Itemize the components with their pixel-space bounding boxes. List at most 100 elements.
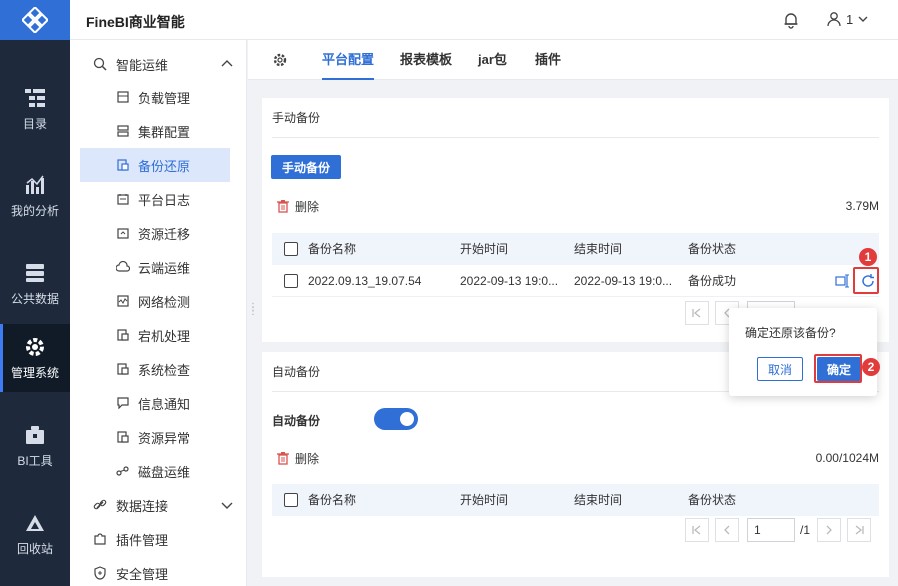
- pager-last-button[interactable]: [847, 518, 871, 542]
- col-start: 开始时间: [460, 242, 509, 256]
- col-status: 备份状态: [688, 242, 737, 256]
- sidebar-group-security[interactable]: 安全管理: [80, 558, 240, 586]
- sidebar-item-label: 宕机处理: [138, 328, 191, 344]
- sidebar-group-ops[interactable]: 智能运维: [80, 49, 240, 79]
- backup-status: 备份成功: [688, 274, 737, 288]
- select-all-checkbox[interactable]: [284, 493, 298, 507]
- last-page-icon: [855, 525, 864, 535]
- sidebar-group-plugin[interactable]: 插件管理: [80, 524, 240, 554]
- tab-report-template[interactable]: 报表模板: [400, 40, 452, 80]
- chevron-down-icon: [221, 502, 233, 509]
- nav-management-system[interactable]: 管理系统: [0, 324, 70, 392]
- sidebar-item-crash[interactable]: 宕机处理: [80, 319, 230, 351]
- divider: [272, 137, 879, 138]
- nav-recycle-bin[interactable]: 回收站: [0, 500, 70, 568]
- pager-input[interactable]: 1: [747, 518, 795, 542]
- trash-icon: [277, 452, 289, 465]
- bell-icon[interactable]: [782, 11, 800, 29]
- sidebar-resize-handle[interactable]: ⋮ ⋮: [248, 303, 258, 317]
- nav-label: 回收站: [16, 541, 53, 556]
- delete-label: 删除: [295, 452, 320, 466]
- disk-icon: [116, 464, 130, 478]
- chevron-right-icon: [826, 525, 832, 535]
- settings-gear-icon[interactable]: [272, 52, 288, 68]
- database-icon: [24, 262, 46, 284]
- sidebar-item-cluster[interactable]: 集群配置: [80, 115, 230, 147]
- sidebar-group-label: 安全管理: [116, 566, 169, 582]
- trash-icon: [277, 200, 289, 213]
- table-header: 备份名称 开始时间 结束时间 备份状态: [272, 233, 879, 265]
- col-name: 备份名称: [308, 242, 357, 256]
- pager-first-button[interactable]: [685, 518, 709, 542]
- user-name: 1: [846, 11, 854, 27]
- auto-backup-toggle-label: 自动备份: [272, 414, 321, 428]
- select-all-checkbox[interactable]: [284, 242, 298, 256]
- chevron-up-icon: [221, 60, 233, 67]
- col-end: 结束时间: [574, 242, 623, 256]
- pager-next-button[interactable]: [817, 518, 841, 542]
- tab-jar[interactable]: jar包: [478, 40, 507, 80]
- sidebar-item-load[interactable]: 负载管理: [80, 81, 230, 113]
- sidebar-group-label: 插件管理: [116, 532, 169, 548]
- sidebar-item-label: 集群配置: [138, 124, 191, 140]
- chart-icon: [24, 174, 46, 196]
- delete-button[interactable]: 删除: [277, 450, 319, 467]
- logo[interactable]: [0, 0, 70, 40]
- table-row: 2022.09.13_19.07.54 2022-09-13 19:0... 2…: [272, 265, 879, 297]
- first-page-icon: [692, 308, 701, 318]
- rename-icon[interactable]: [835, 274, 851, 288]
- left-nav: 目录 我的分析 公共数据 管理系统 BI工具 回收站: [0, 0, 70, 586]
- gear-icon: [24, 336, 46, 358]
- delete-label: 删除: [295, 200, 320, 214]
- nav-public-data[interactable]: 公共数据: [0, 250, 70, 318]
- nav-bi-tools[interactable]: BI工具: [0, 412, 70, 480]
- sidebar-item-disk[interactable]: 磁盘运维: [80, 455, 230, 487]
- nav-label: 目录: [22, 116, 47, 131]
- sidebar-item-cloud[interactable]: 云端运维: [80, 251, 230, 283]
- sidebar-item-label: 平台日志: [138, 192, 191, 208]
- log-icon: [116, 192, 130, 206]
- sidebar-item-log[interactable]: 平台日志: [80, 183, 230, 215]
- sidebar-item-label: 系统检查: [138, 362, 191, 378]
- auto-backup-toggle[interactable]: [374, 408, 418, 430]
- sidebar-item-network[interactable]: 网络检测: [80, 285, 230, 317]
- crash-icon: [116, 328, 130, 342]
- user-menu[interactable]: 1: [826, 11, 869, 27]
- tab-plugin[interactable]: 插件: [535, 40, 561, 80]
- shield-icon: [92, 565, 108, 581]
- delete-button[interactable]: 删除: [277, 198, 319, 215]
- pager-first-button[interactable]: [685, 301, 709, 325]
- top-header: FineBI商业智能 1: [70, 0, 898, 40]
- sidebar-group-label: 智能运维: [116, 57, 169, 73]
- migrate-icon: [116, 226, 130, 240]
- sidebar-item-warn[interactable]: 资源异常: [80, 421, 230, 453]
- sidebar-item-message[interactable]: 信息通知: [80, 387, 230, 419]
- table-header: 备份名称 开始时间 结束时间 备份状态: [272, 484, 879, 516]
- sidebar-group-label: 数据连接: [116, 498, 169, 514]
- tab-platform-config[interactable]: 平台配置: [322, 40, 375, 80]
- step-marker-1: 1: [859, 248, 877, 266]
- sidebar-item-label: 备份还原: [138, 158, 191, 174]
- start-time: 2022-09-13 19:0...: [460, 274, 559, 288]
- sidebar-item-check[interactable]: 系统检查: [80, 353, 230, 385]
- nav-my-analysis[interactable]: 我的分析: [0, 162, 70, 230]
- sidebar-item-migrate[interactable]: 资源迁移: [80, 217, 230, 249]
- sidebar-group-data-connection[interactable]: 数据连接: [80, 490, 240, 520]
- manual-backup-button[interactable]: 手动备份: [271, 155, 341, 179]
- step-marker-2: 2: [862, 358, 880, 376]
- chevron-left-icon: [724, 525, 730, 535]
- pager-prev-button[interactable]: [715, 518, 739, 542]
- toggle-knob: [400, 412, 414, 426]
- fine-logo-icon: [22, 7, 48, 33]
- cancel-button[interactable]: 取消: [757, 357, 803, 381]
- first-page-icon: [692, 525, 701, 535]
- sidebar-item-backup[interactable]: 备份还原: [80, 148, 230, 182]
- nav-catalog[interactable]: 目录: [0, 75, 70, 143]
- plugin-icon: [92, 531, 108, 547]
- backup-name: 2022.09.13_19.07.54: [308, 274, 422, 288]
- row-checkbox[interactable]: [284, 274, 298, 288]
- sidebar-item-label: 网络检测: [138, 294, 191, 310]
- nav-label: 公共数据: [10, 291, 59, 306]
- storage-size: 0.00/1024M: [815, 451, 879, 465]
- network-icon: [116, 294, 130, 308]
